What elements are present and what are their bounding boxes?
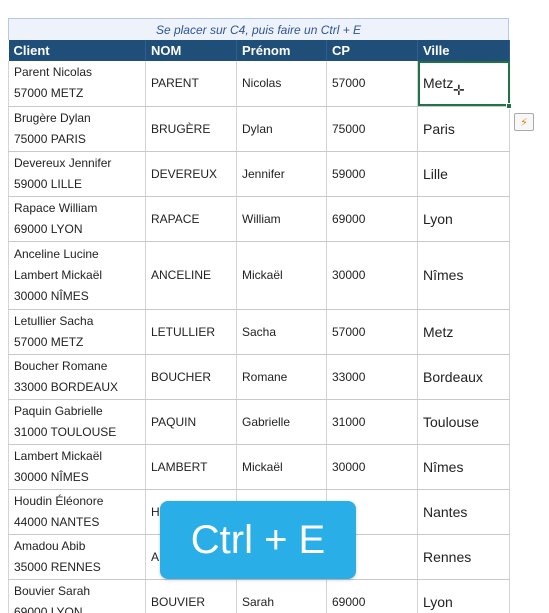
cell-cp[interactable]: 30000 (326, 444, 418, 490)
cell-nom[interactable]: PARENT (145, 61, 237, 107)
cell-cp[interactable]: 59000 (326, 151, 418, 197)
cell-cp[interactable]: 57000 (326, 309, 418, 355)
client-line: Lambert Mickaël (14, 448, 103, 463)
client-line: Amadou Abib (14, 538, 86, 553)
cell-client[interactable]: Boucher Romane 33000 BORDEAUX (8, 354, 146, 400)
header-row: Client NOM Prénom CP Ville (8, 40, 510, 61)
cell-ville[interactable]: Nîmes (417, 444, 510, 490)
cell-nom[interactable]: PAQUIN (145, 399, 237, 445)
client-line: Boucher Romane (14, 358, 108, 373)
cell-ville[interactable]: Lyon (417, 196, 510, 242)
client-line: Houdin Éléonore (14, 493, 104, 508)
cell-client[interactable]: Anceline Lucine Lambert Mickaël 30000 NÎME… (8, 241, 146, 310)
client-line: 75000 PARIS (14, 131, 86, 146)
cell-ville[interactable]: Metz (417, 309, 510, 355)
cell-ville[interactable]: Toulouse (417, 399, 510, 445)
cell-client[interactable]: Amadou Abib 35000 RENNES (8, 534, 146, 580)
client-line: Paquin Gabrielle (14, 403, 103, 418)
table-row: Rapace William 69000 LYON RAPACE William 690… (8, 196, 510, 242)
cell-nom[interactable]: BRUGÈRE (145, 106, 237, 152)
client-line: 31000 TOULOUSE (14, 424, 117, 439)
cell-cp[interactable]: 31000 (326, 399, 418, 445)
header-client[interactable]: Client (8, 40, 146, 61)
client-line: Parent Nicolas (14, 65, 93, 80)
cell-nom[interactable]: BOUVIER (145, 579, 237, 613)
cell-prenom[interactable]: Mickaël (236, 444, 327, 490)
table-row: Boucher Romane 33000 BORDEAUX BOUCHER Roman… (8, 354, 510, 400)
client-line: 30000 NÎMES (14, 469, 89, 484)
client-line: 57000 METZ (14, 86, 84, 101)
cell-cp[interactable]: 69000 (326, 579, 418, 613)
header-nom[interactable]: NOM (145, 40, 237, 61)
cell-cp[interactable]: 57000 (326, 61, 418, 107)
client-line: 59000 LILLE (14, 176, 83, 191)
cell-cp[interactable]: 69000 (326, 196, 418, 242)
cell-cp[interactable]: 30000 (326, 241, 418, 310)
cell-client[interactable]: Rapace William 69000 LYON (8, 196, 146, 242)
client-line: Anceline Lucine (14, 246, 99, 261)
cell-prenom[interactable]: Jennifer (236, 151, 327, 197)
table-row: Parent Nicolas 57000 METZ PARENT Nicolas 570… (8, 61, 512, 109)
client-line: Letullier Sacha (14, 313, 94, 328)
client-line: Devereux Jennifer (14, 155, 112, 170)
cell-prenom[interactable]: Sarah (236, 579, 327, 613)
cell-client[interactable]: Brugère Dylan 75000 PARIS (8, 106, 146, 152)
cell-prenom[interactable]: Sacha (236, 309, 327, 355)
header-ville[interactable]: Ville (417, 40, 510, 61)
cell-client[interactable]: Lambert Mickaël 30000 NÎMES (8, 444, 146, 490)
cell-nom[interactable]: ANCELINE (145, 241, 237, 310)
cell-ville[interactable]: Lyon (417, 579, 510, 613)
cell-prenom[interactable]: William (236, 196, 327, 242)
cell-client[interactable]: Paquin Gabrielle 31000 TOULOUSE (8, 399, 146, 445)
table-row: Brugère Dylan 75000 PARIS BRUGÈRE Dylan 7500… (8, 106, 510, 152)
cell-ville[interactable]: Rennes (417, 534, 510, 580)
cell-nom[interactable]: LAMBERT (145, 444, 237, 490)
cell-prenom[interactable]: Mickaël (236, 241, 327, 310)
cell-client[interactable]: Parent Nicolas 57000 METZ (8, 61, 146, 107)
cell-prenom[interactable]: Romane (236, 354, 327, 400)
table-row: Bouvier Sarah 69000 LYON BOUVIER Sarah 69000… (8, 579, 510, 613)
table-row: Paquin Gabrielle 31000 TOULOUSE PAQUIN Gabr… (8, 399, 510, 445)
flash-fill-options-icon[interactable]: ⚡ (514, 113, 534, 131)
shortcut-overlay: Ctrl + E (160, 501, 356, 579)
client-line: 69000 LYON (14, 604, 83, 613)
cell-nom[interactable]: LETULLIER (145, 309, 237, 355)
table-row: Letullier Sacha 57000 METZ LETULLIER Sacha 5… (8, 309, 510, 355)
cell-client[interactable]: Bouvier Sarah 69000 LYON (8, 579, 146, 613)
cell-ville[interactable]: Bordeaux (417, 354, 510, 400)
header-prenom[interactable]: Prénom (236, 40, 327, 61)
client-line: 57000 METZ (14, 334, 84, 349)
client-line: 30000 NÎMES (14, 288, 89, 303)
cell-nom[interactable]: BOUCHER (145, 354, 237, 400)
cell-prenom[interactable]: Nicolas (236, 61, 327, 107)
cell-ville[interactable]: Nantes (417, 489, 510, 535)
client-line: Bouvier Sarah (14, 583, 91, 598)
client-line: Lambert Mickaël (14, 267, 103, 282)
cell-client[interactable]: Devereux Jennifer 59000 LILLE (8, 151, 146, 197)
table-row: Anceline Lucine Lambert Mickaël 30000 NÎME… (8, 241, 510, 310)
cell-ville[interactable]: Lille (417, 151, 510, 197)
cell-client[interactable]: Houdin Éléonore 44000 NANTES (8, 489, 146, 535)
cell-cp[interactable]: 75000 (326, 106, 418, 152)
client-line: 33000 BORDEAUX (14, 379, 119, 394)
cell-cursor-icon: ✛ (453, 82, 465, 98)
cell-ville[interactable]: Nîmes (417, 241, 510, 310)
cell-ville[interactable]: Paris (417, 106, 510, 152)
client-line: 35000 RENNES (14, 559, 101, 574)
client-line: Rapace William (14, 200, 98, 215)
client-line: 69000 LYON (14, 221, 83, 236)
header-cp[interactable]: CP (326, 40, 418, 61)
fill-handle[interactable] (506, 102, 512, 109)
client-line: Brugère Dylan (14, 110, 91, 125)
table-row: Devereux Jennifer 59000 LILLE DEVEREUX Jenn… (8, 151, 510, 197)
cell-client[interactable]: Letullier Sacha 57000 METZ (8, 309, 146, 355)
cell-nom[interactable]: DEVEREUX (145, 151, 237, 197)
table-row: Lambert Mickaël 30000 NÎMES LAMBERT Mickaël… (8, 444, 510, 490)
instruction-banner: Se placer sur C4, puis faire un Ctrl + E (8, 18, 509, 40)
client-line: 44000 NANTES (14, 514, 100, 529)
cell-nom[interactable]: RAPACE (145, 196, 237, 242)
cell-prenom[interactable]: Gabrielle (236, 399, 327, 445)
cell-prenom[interactable]: Dylan (236, 106, 327, 152)
cell-cp[interactable]: 33000 (326, 354, 418, 400)
